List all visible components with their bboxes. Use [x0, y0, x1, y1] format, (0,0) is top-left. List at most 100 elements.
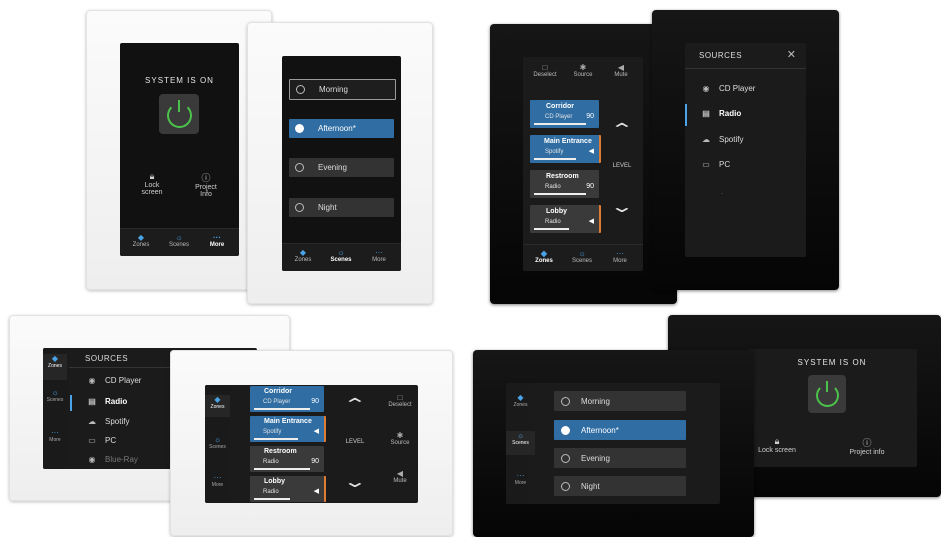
nav-more[interactable]: ··· More — [506, 471, 535, 493]
side-nav: ◆ Zones ☼ Scenes ··· More — [205, 385, 230, 503]
mute-button[interactable]: ◀ Mute — [383, 469, 417, 484]
nav-zones[interactable]: ◆ Zones — [205, 395, 230, 417]
project-info-button[interactable]: ⓘ Project info — [837, 436, 897, 456]
speaker-icon: ◀ — [313, 428, 319, 435]
zone-corridor[interactable]: Corridor CD Player 90 — [250, 386, 324, 412]
lock-screen-button[interactable]: 🔒︎ Lock screen — [134, 171, 170, 196]
panel-black-zones: □ Deselect ✱ Source ◀ Mute Corridor CD Play… — [490, 24, 677, 304]
info-icon: ⓘ — [201, 173, 211, 183]
nav-scenes[interactable]: ☼ Scenes — [43, 388, 67, 414]
scenes-screen: Morning Afternoon* Evening Night ◆ Zones … — [282, 56, 401, 271]
mute-button[interactable]: ◀ Mute — [603, 63, 639, 78]
zone-restroom[interactable]: Restroom Radio 90 — [530, 170, 599, 198]
nav-zones[interactable]: ◆ Zones — [126, 233, 156, 248]
volume-bar — [254, 408, 310, 410]
info-icon: ⓘ — [862, 438, 872, 448]
scene-morning[interactable]: Morning — [289, 79, 396, 100]
level-label: LEVEL — [612, 163, 632, 169]
zone-main-entrance[interactable]: Main Entrance Spotify ◀ — [250, 416, 326, 442]
scene-afternoon[interactable]: Afternoon* — [554, 420, 686, 440]
zones-icon: ◆ — [299, 248, 307, 257]
nav-scenes[interactable]: ☼ Scenes — [506, 431, 535, 455]
project-info-button[interactable]: ⓘ Project Info — [188, 171, 224, 198]
nav-more[interactable]: ··· More — [43, 428, 67, 454]
cloud-icon: ☁ — [88, 417, 96, 426]
source-radio[interactable]: ▤ Radio — [699, 109, 741, 118]
zones-landscape-screen: ◆ Zones ☼ Scenes ··· More Corridor CD Playe… — [205, 385, 418, 503]
source-pc[interactable]: ▭ PC — [85, 436, 116, 445]
active-source-indicator — [70, 395, 72, 411]
scene-afternoon[interactable]: Afternoon* — [289, 119, 394, 138]
sources-screen: SOURCES ✕ ◉ CD Player ▤ Radio ☁ Spotify ▭ PC… — [685, 43, 806, 257]
zone-lobby[interactable]: Lobby Radio ◀ — [250, 476, 326, 502]
side-nav: ◆ Zones ☼ Scenes ··· More — [506, 383, 535, 504]
nav-zones[interactable]: ◆ Zones — [288, 248, 318, 263]
disc-icon: ◉ — [88, 455, 96, 464]
zones-icon: ◆ — [517, 393, 524, 402]
source-button[interactable]: ✱ Source — [565, 63, 601, 78]
source-spotify[interactable]: ☁ Spotify — [85, 417, 129, 426]
source-button[interactable]: ✱ Source — [383, 431, 417, 446]
deselect-button[interactable]: □ Deselect — [383, 393, 417, 408]
level-up-button[interactable]: ⌃ — [605, 121, 639, 139]
nav-zones[interactable]: ◆ Zones — [506, 393, 535, 415]
radio-icon — [296, 85, 305, 94]
zone-lobby[interactable]: Lobby Radio ◀ — [530, 205, 601, 233]
scene-evening[interactable]: Evening — [289, 158, 394, 177]
speaker-icon: ◀ — [588, 148, 594, 155]
source-cd-player[interactable]: ◉ CD Player — [699, 84, 756, 93]
source-radio[interactable]: ▤ Radio — [85, 397, 127, 406]
monitor-icon: ▭ — [702, 160, 710, 169]
scene-morning[interactable]: Morning — [554, 391, 686, 411]
more-icon: ··· — [51, 428, 59, 437]
speaker-icon: ◀ — [396, 469, 404, 478]
nav-more[interactable]: ··· More — [205, 473, 230, 495]
more-icon: ··· — [616, 249, 624, 258]
system-title: SYSTEM IS ON — [145, 76, 214, 85]
radio-icon: ▤ — [702, 109, 710, 118]
nav-scenes[interactable]: ☼ Scenes — [205, 435, 230, 457]
nav-more[interactable]: ··· More — [605, 249, 635, 264]
radio-icon — [295, 163, 304, 172]
system-screen: SYSTEM IS ON 🔒︎ Lock screen ⓘ Project In… — [120, 43, 239, 256]
disc-icon: ◉ — [88, 376, 96, 385]
nav-more[interactable]: ··· More — [364, 248, 394, 263]
nav-zones[interactable]: ◆ Zones — [529, 249, 559, 264]
more-icon: ··· — [516, 471, 525, 480]
volume-bar — [254, 468, 310, 470]
zone-restroom[interactable]: Restroom Radio 90 — [250, 446, 324, 472]
zone-main-entrance[interactable]: Main Entrance Spotify ◀ — [530, 135, 601, 163]
nav-scenes[interactable]: ☼ Scenes — [164, 233, 194, 248]
level-down-button[interactable]: ⌄ — [605, 198, 639, 216]
speaker-icon: ◀ — [617, 63, 625, 72]
radio-icon — [295, 124, 304, 133]
scene-night[interactable]: Night — [289, 198, 394, 217]
power-button[interactable] — [808, 375, 846, 413]
active-source-indicator — [685, 104, 687, 126]
source-spotify[interactable]: ☁ Spotify — [699, 135, 743, 144]
nav-more[interactable]: ··· More — [202, 233, 232, 248]
lock-screen-button[interactable]: 🔒︎ Lock screen — [747, 436, 807, 454]
source-cd-player[interactable]: ◉ CD Player — [85, 376, 142, 385]
scene-night[interactable]: Night — [554, 476, 686, 496]
system-title: SYSTEM IS ON — [797, 358, 867, 367]
scene-evening[interactable]: Evening — [554, 448, 686, 468]
nav-scenes[interactable]: ☼ Scenes — [567, 249, 597, 264]
deselect-button[interactable]: □ Deselect — [527, 63, 563, 78]
zone-corridor[interactable]: Corridor CD Player 90 — [530, 100, 599, 128]
nav-zones[interactable]: ◆ Zones — [43, 354, 67, 380]
radio-icon — [561, 482, 570, 491]
level-up-button[interactable]: ⌃ — [335, 396, 375, 414]
level-down-button[interactable]: ⌄ — [335, 473, 375, 491]
close-icon[interactable]: ✕ — [787, 48, 796, 61]
volume-bar — [254, 438, 298, 440]
source-pc[interactable]: ▭ PC — [699, 160, 730, 169]
nav-scenes[interactable]: ☼ Scenes — [326, 248, 356, 263]
volume-bar — [254, 498, 290, 500]
source-icon: ✱ — [579, 63, 587, 72]
source-blue-ray[interactable]: ◉ Blue-Ray — [85, 455, 138, 464]
power-button[interactable] — [159, 94, 199, 134]
level-label: LEVEL — [345, 439, 365, 445]
bottom-nav: ◆ Zones ☼ Scenes ··· More — [282, 243, 401, 271]
panel-white-system: SYSTEM IS ON 🔒︎ Lock screen ⓘ Project In… — [86, 10, 272, 290]
